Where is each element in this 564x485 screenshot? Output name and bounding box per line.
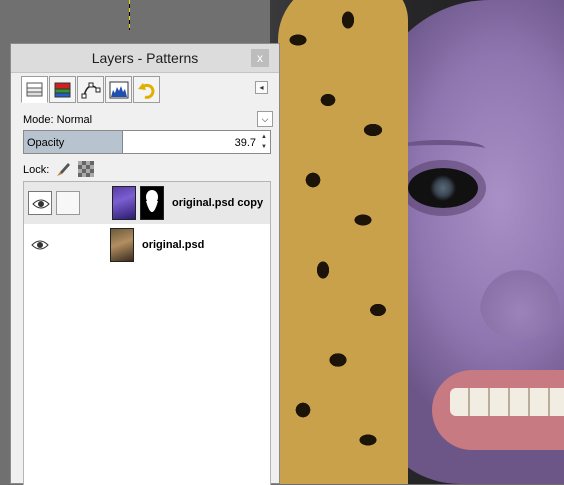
mode-label-text: Mode: [23, 114, 54, 126]
mode-value[interactable]: Normal [57, 114, 92, 126]
eye-icon [32, 199, 50, 209]
tab-undo-history[interactable] [133, 76, 160, 103]
photo-eye [408, 168, 478, 208]
visibility-toggle[interactable] [28, 233, 52, 257]
tab-channels[interactable] [49, 76, 76, 103]
visibility-toggle[interactable] [28, 191, 52, 215]
layer-row[interactable]: original.psd [24, 224, 270, 266]
chevron-down-icon: ⌵ [261, 114, 269, 124]
close-button[interactable]: x [251, 49, 269, 67]
dock-titlebar[interactable]: Layers - Patterns x [11, 44, 279, 73]
layer-row[interactable]: original.psd copy [24, 182, 270, 224]
photo-leopard-hood [278, 0, 408, 484]
opacity-value[interactable]: 39.7 [235, 137, 256, 149]
mask-silhouette-icon [146, 190, 158, 212]
mode-label: Mode: Normal [23, 114, 92, 126]
lock-pixels-icon[interactable] [55, 161, 71, 177]
channels-icon [54, 82, 71, 98]
photo-nose [480, 270, 560, 340]
layer-name[interactable]: original.psd copy [172, 197, 263, 209]
photo-brow [395, 140, 485, 157]
mode-dropdown-button[interactable]: ⌵ [257, 111, 273, 127]
layer-thumbnail[interactable] [112, 186, 136, 220]
layer-thumbnail[interactable] [110, 228, 134, 262]
layer-list[interactable]: original.psd copy original.psd [23, 181, 271, 485]
photo-teeth [450, 388, 564, 416]
layers-dock: Layers - Patterns x ◂ Mode: Normal ⌵ Opa… [10, 43, 280, 485]
tab-paths[interactable] [77, 76, 104, 103]
layers-icon [26, 82, 43, 97]
histogram-icon [109, 81, 129, 99]
paths-icon [81, 82, 101, 99]
undo-history-icon [138, 83, 155, 99]
opacity-spinner[interactable]: ▲ ▼ [259, 132, 269, 152]
tab-menu-button[interactable]: ◂ [255, 81, 268, 94]
canvas-guide-line [129, 0, 130, 30]
chain-toggle[interactable] [56, 191, 80, 215]
dock-title: Layers - Patterns [91, 50, 199, 66]
tab-histogram[interactable] [105, 76, 132, 103]
eye-icon [31, 240, 49, 250]
layer-name[interactable]: original.psd [142, 239, 204, 251]
tab-layers[interactable] [21, 76, 48, 103]
opacity-label: Opacity [27, 137, 65, 149]
lock-alpha-icon[interactable] [78, 161, 94, 177]
mode-row: Mode: Normal ⌵ [23, 111, 273, 129]
lock-label: Lock: [23, 164, 50, 176]
layer-mask-thumbnail[interactable] [140, 186, 164, 220]
opacity-slider[interactable]: Opacity 39.7 ▲ ▼ [23, 130, 271, 154]
image-canvas[interactable] [270, 0, 564, 484]
